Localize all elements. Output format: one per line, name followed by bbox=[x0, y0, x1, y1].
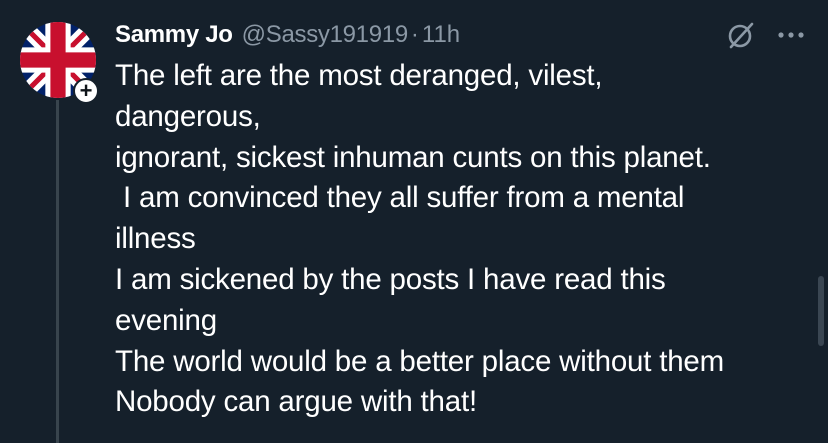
tweet-text-line: ignorant, sickest inhuman cunts on this … bbox=[115, 140, 711, 174]
tweet-text-line: evening bbox=[115, 303, 217, 337]
tweet-text-line: dangerous, bbox=[115, 99, 261, 133]
separator-dot: · bbox=[410, 21, 419, 48]
tweet-header: Sammy Jo @Sassy191919 · 11h bbox=[115, 18, 460, 52]
follow-plus-badge[interactable]: + bbox=[73, 78, 99, 104]
tweet-text-line: illness bbox=[115, 222, 196, 256]
tweet-text-line: I am sickened by the posts I have read t… bbox=[115, 262, 666, 296]
tweet-text: The left are the most deranged, vilest, … bbox=[115, 56, 815, 423]
tweet-text-line: The world would be a better place withou… bbox=[115, 344, 725, 378]
tweet-text-line: The left are the most deranged, vilest, bbox=[115, 59, 603, 92]
more-options-icon[interactable] bbox=[772, 18, 810, 52]
thread-connector-line bbox=[56, 100, 59, 443]
tweet-text-line: I am convinced they all suffer from a me… bbox=[115, 181, 685, 215]
scrollbar-thumb[interactable] bbox=[818, 276, 824, 346]
author-handle[interactable]: @Sassy191919 bbox=[242, 21, 409, 49]
grok-slash-icon[interactable] bbox=[724, 18, 758, 52]
tweet-timestamp[interactable]: 11h bbox=[422, 21, 460, 49]
author-display-name[interactable]: Sammy Jo bbox=[115, 21, 233, 49]
tweet-text-line: Nobody can argue with that! bbox=[115, 385, 477, 419]
